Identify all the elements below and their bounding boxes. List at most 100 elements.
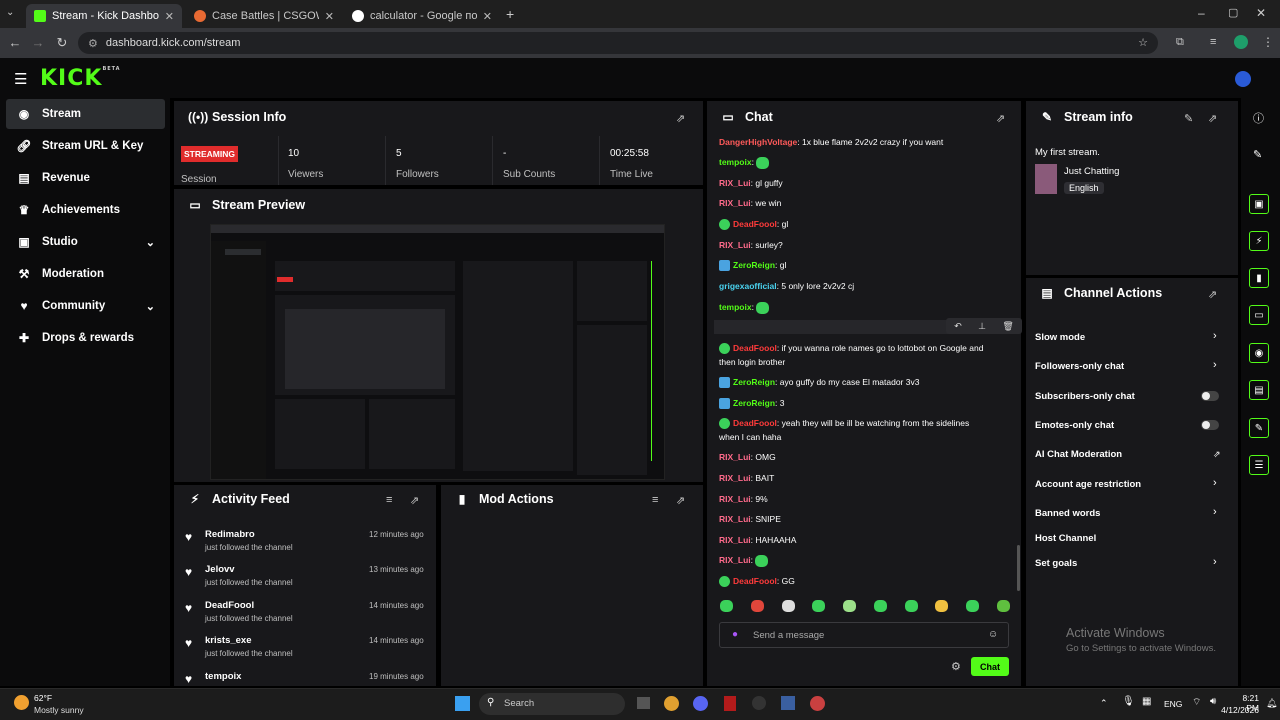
chat-username[interactable]: RIX_Lui — [719, 240, 751, 250]
rail-broadcast-icon[interactable]: ◉ — [1249, 343, 1269, 363]
pin-icon[interactable]: ⊥ — [978, 321, 986, 332]
chrome-taskbar-icon[interactable] — [664, 696, 679, 711]
chat-message[interactable]: when I can haha — [719, 430, 1009, 444]
chat-username[interactable]: tempoix — [719, 302, 752, 312]
emote-icon[interactable] — [873, 600, 887, 612]
popout-icon[interactable]: ⇗ — [1208, 288, 1217, 301]
chat-username[interactable]: RIX_Lui — [719, 494, 751, 504]
microphone-icon[interactable]: 🎙︎ — [1122, 696, 1135, 707]
browser-tab-csgowin[interactable]: Case Battles | CSGOWIN | Comp ✕ — [186, 4, 342, 28]
popout-icon[interactable]: ⇗ — [1208, 112, 1217, 125]
microphone-icon[interactable]: ● — [732, 629, 738, 640]
chat-message[interactable]: DeadFoool: yeah they will be ill be watc… — [719, 416, 1009, 430]
chat-message[interactable]: RIX_Lui: OMG — [719, 450, 1009, 464]
close-icon[interactable]: ✕ — [325, 10, 334, 23]
back-icon[interactable]: ← — [4, 35, 26, 50]
emote-icon[interactable] — [843, 600, 857, 612]
rail-activity-icon[interactable]: ⚡︎ — [1249, 231, 1269, 251]
browser-tab-google[interactable]: calculator - Google пошук ✕ — [344, 4, 500, 28]
chat-username[interactable]: ZeroReign — [733, 260, 775, 270]
chat-username[interactable]: RIX_Lui — [719, 452, 751, 462]
banned-words-item[interactable]: Banned words — [1035, 508, 1100, 519]
extensions-icon[interactable]: ⧉ — [1176, 36, 1184, 49]
stream-category[interactable]: Just Chatting — [1064, 166, 1119, 177]
chat-settings-gear-icon[interactable]: ⚙ — [951, 660, 961, 673]
close-icon[interactable]: ✕ — [483, 10, 492, 23]
emotes-only-toggle[interactable] — [1201, 420, 1219, 430]
subscribers-only-toggle[interactable] — [1201, 391, 1219, 401]
chat-username[interactable]: DeadFoool — [733, 418, 777, 428]
stream-preview-video[interactable] — [210, 224, 665, 480]
chat-message[interactable]: tempoix: — [719, 300, 1009, 314]
chevron-right-icon[interactable]: › — [1213, 477, 1217, 489]
chat-username[interactable]: grigexaofficial — [719, 281, 777, 291]
rail-wrench-icon[interactable]: ✎ — [1249, 418, 1269, 438]
rail-session-icon[interactable]: ▣ — [1249, 194, 1269, 214]
app-tray-icon[interactable]: ▦ — [1142, 696, 1151, 707]
chevron-right-icon[interactable]: › — [1213, 359, 1217, 371]
hamburger-menu-icon[interactable]: ☰ — [14, 70, 27, 88]
chat-message[interactable]: DangerHighVoltage: 1x blue flame 2v2v2 c… — [719, 135, 1009, 149]
weather-temp[interactable]: 62°F — [34, 693, 52, 703]
filter-icon[interactable]: ≡ — [652, 494, 658, 506]
sidebar-item-stream-url-key[interactable]: 🔗︎ Stream URL & Key — [6, 131, 165, 161]
followers-only-item[interactable]: Followers-only chat — [1035, 361, 1124, 372]
emote-icon[interactable] — [935, 600, 949, 612]
new-tab-icon[interactable]: + — [506, 6, 514, 22]
filter-icon[interactable]: ≡ — [386, 494, 392, 506]
reply-icon[interactable]: ↶ — [954, 321, 962, 332]
menu-dots-icon[interactable]: ⋮ — [1262, 35, 1274, 49]
chevron-up-icon[interactable]: ⌃ — [1100, 698, 1108, 709]
sidebar-item-revenue[interactable]: ▤ Revenue — [6, 163, 165, 193]
chevron-right-icon[interactable]: › — [1213, 506, 1217, 518]
popout-icon[interactable]: ⇗ — [676, 112, 685, 125]
popout-icon[interactable]: ⇗ — [996, 112, 1005, 125]
windows-start-icon[interactable] — [455, 696, 470, 711]
emote-icon[interactable] — [812, 600, 826, 612]
taskbar-search[interactable]: ⚲ Search — [479, 693, 625, 715]
chat-username[interactable]: tempoix — [719, 157, 752, 167]
browser-tab-kick[interactable]: Stream - Kick Dashboard ✕ — [26, 4, 182, 28]
bookmark-star-icon[interactable]: ☆ — [1138, 36, 1148, 49]
weather-icon[interactable] — [14, 695, 29, 710]
sidebar-item-community[interactable]: ♥ Community ⌄ — [6, 291, 165, 321]
minimize-icon[interactable]: – — [1198, 6, 1205, 20]
slow-mode-item[interactable]: Slow mode — [1035, 332, 1085, 343]
chat-username[interactable]: DangerHighVoltage — [719, 137, 797, 147]
close-icon[interactable]: ✕ — [165, 10, 174, 23]
chevron-right-icon[interactable]: › — [1213, 556, 1217, 568]
chat-username[interactable]: DeadFoool — [733, 219, 777, 229]
emoji-icon[interactable]: ☺ — [988, 629, 998, 640]
chat-message[interactable]: ZeroReign: 3 — [719, 396, 1009, 410]
activity-name[interactable]: Redimabro — [205, 529, 255, 540]
set-goals-item[interactable]: Set goals — [1035, 558, 1077, 569]
popout-icon[interactable]: ⇗ — [676, 494, 685, 507]
rail-settings-icon[interactable]: ☰ — [1249, 455, 1269, 475]
task-view-icon[interactable] — [637, 697, 650, 709]
external-link-icon[interactable]: ⇗ — [1213, 449, 1221, 460]
chat-username[interactable]: RIX_Lui — [719, 198, 751, 208]
app-taskbar-icon[interactable] — [781, 696, 795, 710]
chat-username[interactable]: ZeroReign — [733, 377, 775, 387]
chat-message[interactable]: grigexaofficial: 5 only lore 2v2v2 cj — [719, 279, 1009, 293]
activity-name[interactable]: krists_exe — [205, 635, 251, 646]
chat-username[interactable]: RIX_Lui — [719, 555, 751, 565]
chat-message[interactable]: DeadFoool: gl — [719, 217, 1009, 231]
kick-logo[interactable]: KICKBETA — [40, 66, 121, 91]
user-avatar[interactable] — [1235, 71, 1251, 87]
activity-name[interactable]: Jelovv — [205, 564, 235, 575]
delete-icon[interactable]: 🗑︎ — [1002, 321, 1013, 332]
discord-taskbar-icon[interactable] — [693, 696, 708, 711]
chat-message[interactable]: RIX_Lui: we win — [719, 196, 1009, 210]
chat-username[interactable]: RIX_Lui — [719, 473, 751, 483]
emote-icon[interactable] — [996, 600, 1010, 612]
chat-input[interactable]: ● Send a message ☺ — [719, 622, 1009, 648]
emote-icon[interactable] — [904, 600, 918, 612]
network-icon[interactable]: ⌔ — [1192, 696, 1201, 709]
account-age-item[interactable]: Account age restriction — [1035, 479, 1141, 490]
chat-message[interactable]: RIX_Lui: gl guffy — [719, 176, 1009, 190]
chat-message[interactable]: RIX_Lui: SNIPE — [719, 512, 1009, 526]
chat-message[interactable]: RIX_Lui: 9% — [719, 492, 1009, 506]
ai-moderation-item[interactable]: AI Chat Moderation — [1035, 449, 1122, 460]
app-taskbar-icon[interactable] — [752, 696, 766, 710]
